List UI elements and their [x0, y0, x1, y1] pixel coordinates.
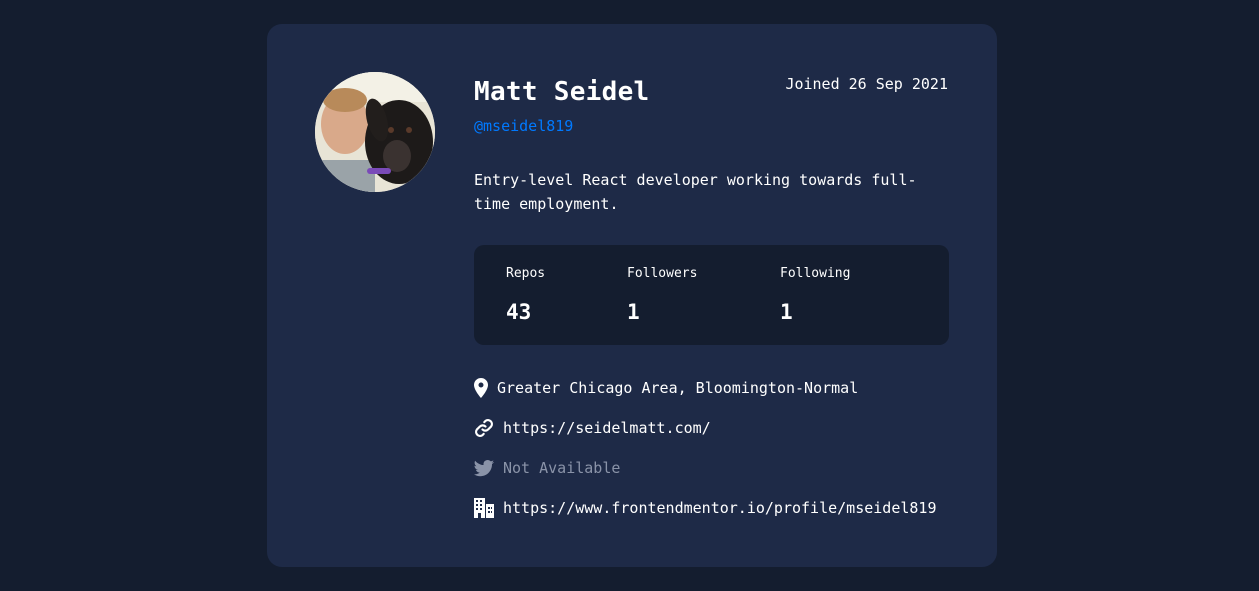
twitter-icon: [474, 457, 494, 479]
link-icon: [474, 417, 494, 439]
profile-name: Matt Seidel: [474, 77, 650, 107]
avatar: [315, 72, 435, 192]
website-row: https://seidelmatt.com/: [474, 416, 711, 440]
stat-followers: Followers 1: [627, 265, 697, 325]
stat-following-value: 1: [780, 300, 793, 324]
stat-repos: Repos 43: [506, 265, 545, 325]
stat-following-label: Following: [780, 266, 851, 281]
stat-followers-label: Followers: [627, 266, 698, 281]
avatar-photo: [315, 72, 435, 192]
company-link[interactable]: https://www.frontendmentor.io/profile/ms…: [503, 499, 936, 517]
twitter-row: Not Available: [474, 456, 620, 480]
stat-followers-value: 1: [627, 300, 640, 324]
stat-repos-value: 43: [506, 300, 532, 324]
profile-card: Matt Seidel @mseidel819 Joined 26 Sep 20…: [267, 24, 997, 567]
location-pin-icon: [474, 377, 488, 399]
profile-handle-link[interactable]: @mseidel819: [474, 116, 573, 136]
stats-panel: Repos 43 Followers 1 Following 1: [474, 245, 949, 345]
website-link[interactable]: https://seidelmatt.com/: [503, 419, 711, 437]
joined-date: Joined 26 Sep 2021: [785, 75, 948, 93]
company-building-icon: [474, 497, 494, 519]
stat-repos-label: Repos: [506, 266, 546, 281]
location-text: Greater Chicago Area, Bloomington-Normal: [497, 379, 859, 397]
company-row: https://www.frontendmentor.io/profile/ms…: [474, 496, 936, 520]
twitter-text: Not Available: [503, 459, 621, 477]
profile-bio: Entry-level React developer working towa…: [474, 171, 917, 213]
location-row: Greater Chicago Area, Bloomington-Normal: [474, 376, 858, 400]
stat-following: Following 1: [780, 265, 850, 325]
